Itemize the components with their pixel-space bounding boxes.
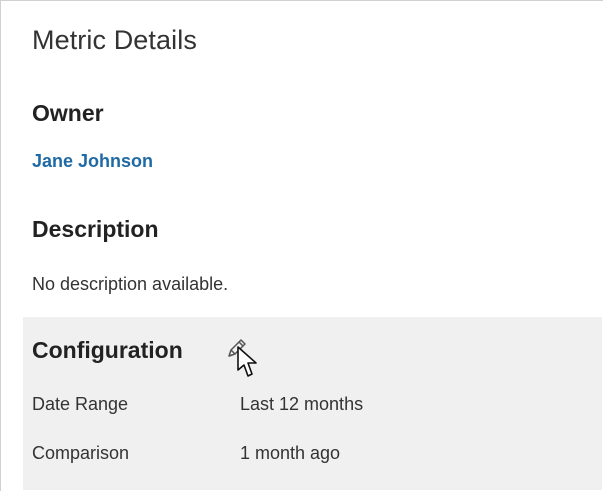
owner-name-link[interactable]: Jane Johnson: [32, 151, 153, 172]
pointer-cursor-icon: [237, 346, 257, 377]
config-value-comparison: 1 month ago: [240, 443, 341, 463]
config-label-comparison: Comparison: [32, 443, 130, 463]
owner-heading: Owner: [32, 100, 104, 126]
description-text: No description available.: [32, 274, 229, 294]
config-label-date-range: Date Range: [32, 394, 129, 414]
config-value-date-range: Last 12 months: [240, 394, 364, 414]
description-heading: Description: [32, 216, 159, 242]
configuration-section: Configuration Date Range Last 12 months …: [23, 317, 602, 490]
metric-details-panel: Metric Details Owner Jane Johnson Descri…: [0, 0, 603, 491]
panel-title: Metric Details: [32, 25, 197, 55]
configuration-heading: Configuration: [32, 337, 183, 363]
